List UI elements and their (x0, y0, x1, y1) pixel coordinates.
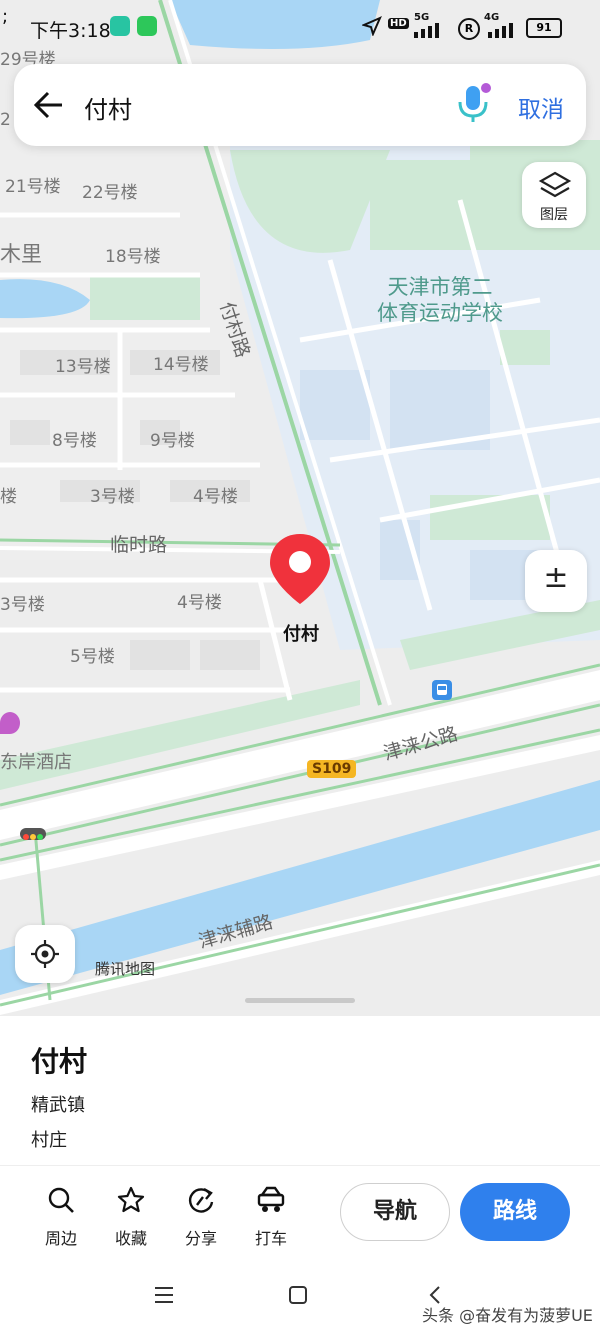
signal-icon (414, 23, 439, 38)
back-arrow-icon[interactable] (32, 88, 66, 122)
bus-stop-icon[interactable] (432, 680, 452, 700)
building-label: 楼 (0, 487, 17, 507)
navigate-button[interactable]: 导航 (340, 1183, 450, 1241)
place-title: 付村 (31, 1045, 88, 1078)
location-pin-icon[interactable] (268, 532, 332, 608)
map-provider-label: 腾讯地图 (95, 960, 156, 978)
building-label: 18号楼 (105, 247, 161, 267)
share-label: 分享 (184, 1229, 217, 1248)
building-label: 3号楼 (90, 487, 135, 507)
building-label: 13号楼 (55, 357, 111, 377)
traffic-light-icon (20, 828, 46, 840)
signal-icon-2 (488, 23, 513, 38)
battery-icon: 91 (526, 18, 562, 38)
wechat-icon (137, 16, 157, 36)
building-label: 5号楼 (70, 647, 115, 667)
hotel-label: 东岸酒店 (0, 752, 72, 773)
star-icon (117, 1186, 145, 1213)
location-arrow-icon (362, 16, 382, 36)
hd-badge: HD (388, 18, 409, 29)
cancel-button[interactable]: 取消 (518, 90, 564, 124)
building-label: 2 (0, 110, 11, 130)
taxi-label: 打车 (254, 1229, 287, 1248)
nearby-label: 周边 (44, 1229, 77, 1248)
zoom-button[interactable]: ± (525, 550, 587, 612)
favorite-button[interactable]: 收藏 (101, 1185, 161, 1249)
school-label-line: 体育运动学校 (377, 301, 503, 325)
car-icon (257, 1186, 285, 1212)
layer-label: 图层 (540, 207, 568, 223)
highway-shield: S109 (307, 760, 357, 778)
nearby-button[interactable]: 周边 (31, 1185, 91, 1249)
divider (0, 1165, 600, 1166)
taxi-button[interactable]: 打车 (241, 1185, 301, 1249)
search-icon (48, 1187, 74, 1213)
map-canvas (0, 0, 600, 1015)
place-category: 村庄 (31, 1130, 67, 1151)
menu-icon[interactable] (153, 1285, 175, 1305)
route-button[interactable]: 路线 (460, 1183, 570, 1241)
building-label: 22号楼 (82, 183, 138, 203)
school-label: 天津市第二 体育运动学校 (377, 274, 503, 326)
favorite-label: 收藏 (114, 1229, 147, 1248)
locate-button[interactable] (15, 925, 75, 983)
zoom-label: ± (543, 560, 569, 595)
share-icon (188, 1187, 214, 1213)
crosshair-icon (31, 940, 59, 968)
building-label: 3号楼 (0, 595, 45, 615)
pin-label: 付村 (283, 624, 319, 645)
building-label: 4号楼 (193, 487, 238, 507)
share-button[interactable]: 分享 (171, 1185, 231, 1249)
building-label: 9号楼 (150, 431, 195, 451)
navigation-app-icon (110, 16, 130, 36)
building-label: 14号楼 (153, 355, 209, 375)
map-view[interactable]: 29号楼 2 21号楼 22号楼 木里 18号楼 13号楼 14号楼 8号楼 9… (0, 0, 600, 1020)
status-leading: ; (2, 6, 9, 27)
microphone-icon[interactable] (454, 82, 494, 126)
building-label: 4号楼 (177, 593, 222, 613)
road-label-linshi: 临时路 (110, 534, 168, 556)
layer-button[interactable]: 图层 (522, 162, 586, 228)
place-label: 木里 (0, 242, 42, 266)
building-label: 8号楼 (52, 431, 97, 451)
status-time: 下午3:18 (30, 20, 111, 42)
watermark-label: 头条 @奋发有为菠萝UE (422, 1306, 593, 1325)
hotel-icon[interactable] (0, 712, 20, 734)
school-label-line: 天津市第二 (387, 275, 493, 299)
search-input[interactable]: 付村 (84, 90, 132, 125)
building-label: 21号楼 (5, 177, 61, 197)
layers-icon (538, 171, 572, 198)
home-icon[interactable] (288, 1285, 308, 1305)
drag-handle[interactable] (245, 998, 355, 1003)
r-badge: R (458, 18, 480, 40)
search-bar[interactable]: 付村 取消 (14, 64, 586, 146)
status-bar: ; 下午3:18 HD 5G R 4G 91 (0, 0, 600, 56)
place-town: 精武镇 (31, 1095, 85, 1116)
